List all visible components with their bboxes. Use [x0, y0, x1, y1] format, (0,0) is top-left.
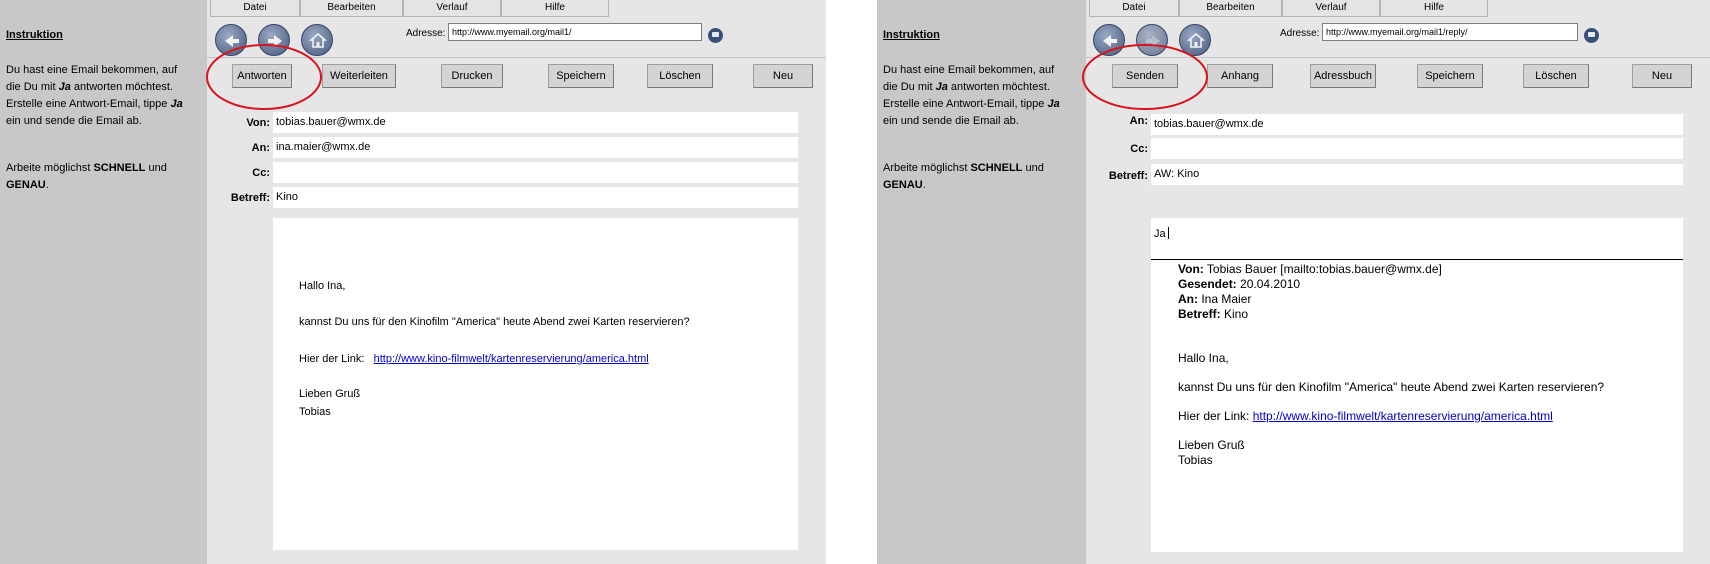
save-button[interactable]: Speichern: [1417, 64, 1483, 88]
menu-datei[interactable]: Datei: [1089, 0, 1179, 17]
mail-question: kannst Du uns für den Kinofilm "America"…: [299, 316, 690, 328]
subject-field[interactable]: Kino: [273, 187, 798, 208]
mail-signature: Tobias: [299, 406, 331, 418]
go-icon[interactable]: [708, 28, 723, 43]
subject-field[interactable]: AW: Kino: [1151, 164, 1683, 185]
address-input[interactable]: http://www.myemail.org/mail1/: [448, 23, 702, 41]
address-label: Adresse:: [1280, 28, 1320, 39]
subject-label: Betreff:: [1108, 170, 1148, 182]
highlight-ellipse: [1082, 44, 1208, 110]
delete-button[interactable]: Löschen: [647, 64, 713, 88]
menu-hilfe[interactable]: Hilfe: [1380, 0, 1488, 17]
instruction-speed-note: Arbeite möglichst SCHNELL und GENAU.: [883, 162, 1044, 191]
mail-signature: Tobias: [1178, 453, 1213, 467]
bottom-strip: [207, 556, 826, 564]
cc-label: Cc:: [252, 167, 270, 179]
instruction-title: Instruktion: [6, 29, 63, 41]
to-field[interactable]: ina.maier@wmx.de: [273, 137, 798, 158]
mail-closing: Lieben Gruß: [1178, 438, 1245, 452]
instruction-text: Du hast eine Email bekommen, auf die Du …: [6, 64, 183, 127]
new-button[interactable]: Neu: [753, 64, 813, 88]
attachment-button[interactable]: Anhang: [1207, 64, 1273, 88]
from-field[interactable]: tobias.bauer@wmx.de: [273, 112, 798, 133]
mail-link-line: Hier der Link: http://www.kino-filmwelt/…: [299, 353, 649, 365]
menu-bearbeiten[interactable]: Bearbeiten: [1179, 0, 1282, 17]
highlight-ellipse: [206, 44, 322, 110]
instruction-sidebar: Instruktion Du hast eine Email bekommen,…: [877, 0, 1086, 564]
quote-sent: Gesendet: 20.04.2010: [1178, 277, 1301, 291]
to-field[interactable]: tobias.bauer@wmx.de: [1151, 114, 1683, 135]
new-button[interactable]: Neu: [1632, 64, 1692, 88]
message-body[interactable]: Hallo Ina, kannst Du uns für den Kinofil…: [273, 218, 798, 550]
menu-hilfe[interactable]: Hilfe: [501, 0, 609, 17]
mail-greeting: Hallo Ina,: [299, 280, 346, 292]
mail-question: kannst Du uns für den Kinofilm "America"…: [1178, 380, 1605, 394]
reservation-link[interactable]: http://www.kino-filmwelt/kartenreservier…: [374, 353, 649, 365]
to-label: An:: [1129, 115, 1148, 127]
address-input[interactable]: http://www.myemail.org/mail1/reply/: [1322, 23, 1578, 41]
message-body[interactable]: Ja Von: Tobias Bauer [mailto:tobias.baue…: [1151, 218, 1683, 552]
menu-bar: Datei Bearbeiten Verlauf Hilfe: [207, 0, 826, 17]
text-cursor: [1167, 227, 1169, 239]
cc-field[interactable]: [1151, 138, 1683, 159]
subject-label: Betreff:: [230, 192, 270, 204]
left-screenshot-panel: Instruktion Du hast eine Email bekommen,…: [0, 0, 826, 564]
quote-subject: Betreff: Kino: [1178, 307, 1249, 321]
reservation-link[interactable]: http://www.kino-filmwelt/kartenreservier…: [1253, 409, 1553, 423]
menu-bar: Datei Bearbeiten Verlauf Hilfe: [1086, 0, 1710, 17]
from-label: Von:: [246, 117, 270, 129]
instruction-sidebar: Instruktion Du hast eine Email bekommen,…: [0, 0, 207, 564]
to-label: An:: [251, 142, 270, 154]
save-button[interactable]: Speichern: [548, 64, 614, 88]
print-button[interactable]: Drucken: [441, 64, 503, 88]
menu-verlauf[interactable]: Verlauf: [403, 0, 501, 17]
right-screenshot-panel: Instruktion Du hast eine Email bekommen,…: [877, 0, 1710, 564]
quote-to: An: Ina Maier: [1178, 292, 1252, 306]
delete-button[interactable]: Löschen: [1523, 64, 1589, 88]
quote-separator: [1151, 259, 1683, 260]
menu-verlauf[interactable]: Verlauf: [1282, 0, 1380, 17]
cc-field[interactable]: [273, 162, 798, 183]
mail-greeting: Hallo Ina,: [1178, 351, 1229, 365]
addressbook-button[interactable]: Adressbuch: [1310, 64, 1376, 88]
instruction-speed-note: Arbeite möglichst SCHNELL und GENAU.: [6, 162, 167, 191]
menu-datei[interactable]: Datei: [210, 0, 300, 17]
forward-button[interactable]: Weiterleiten: [322, 64, 396, 88]
quote-from: Von: Tobias Bauer [mailto:tobias.bauer@w…: [1178, 262, 1442, 276]
mail-link-line: Hier der Link: http://www.kino-filmwelt/…: [1178, 409, 1553, 423]
go-icon[interactable]: [1584, 28, 1599, 43]
instruction-text: Du hast eine Email bekommen, auf die Du …: [883, 64, 1060, 127]
reply-text: Ja: [1154, 227, 1169, 240]
address-label: Adresse:: [406, 28, 446, 39]
cc-label: Cc:: [1130, 143, 1148, 155]
menu-bearbeiten[interactable]: Bearbeiten: [300, 0, 403, 17]
mail-closing: Lieben Gruß: [299, 388, 361, 400]
instruction-title: Instruktion: [883, 29, 940, 41]
